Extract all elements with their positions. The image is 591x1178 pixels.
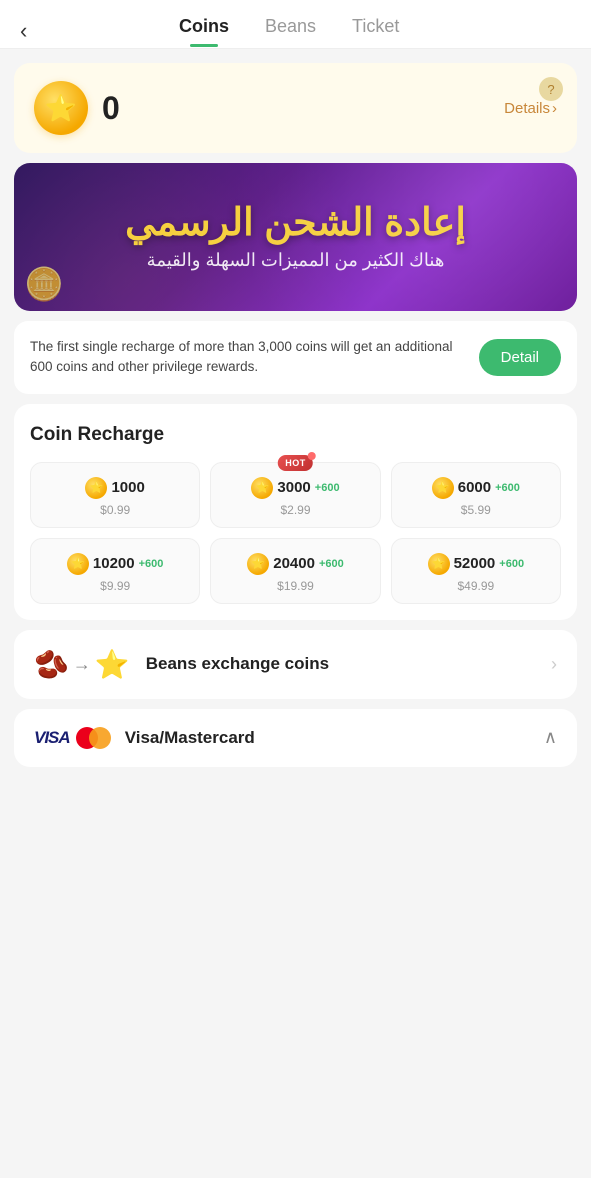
- coin-icon: ⭐: [247, 553, 269, 575]
- chevron-up-icon: ∧: [544, 727, 557, 748]
- promo-banner: إعادة الشحن الرسمي هناك الكثير من المميز…: [14, 163, 577, 311]
- coin-target-icon: ⭐: [95, 648, 130, 681]
- coin-row: ⭐ 1000: [85, 477, 144, 499]
- coin-package-6000[interactable]: ⭐ 6000 +600 $5.99: [391, 462, 561, 528]
- banner-subtitle: هناك الكثير من المميزات السهلة والقيمة: [147, 250, 445, 271]
- coin-price: $49.99: [457, 579, 494, 593]
- coin-amount: 1000: [111, 479, 144, 496]
- tab-coins[interactable]: Coins: [179, 16, 229, 47]
- coins-grid: ⭐ 1000 $0.99 HOT ⭐ 3000 +600 $2.99 ⭐ 600…: [30, 462, 561, 604]
- coin-amount: 52000: [454, 555, 496, 572]
- detail-button[interactable]: Detail: [479, 339, 561, 376]
- hot-badge: HOT: [278, 455, 313, 471]
- arrow-icon: →: [73, 654, 91, 675]
- beans-exchange-card[interactable]: 🫘 → ⭐ Beans exchange coins ›: [14, 630, 577, 699]
- exchange-label: Beans exchange coins: [146, 654, 535, 674]
- coin-price: $19.99: [277, 579, 314, 593]
- coin-row: ⭐ 3000 +600: [251, 477, 339, 499]
- coin-package-20400[interactable]: ⭐ 20400 +600 $19.99: [210, 538, 380, 604]
- coin-icon: ⭐: [67, 553, 89, 575]
- tabs-container: Coins Beans Ticket: [7, 16, 571, 47]
- balance-amount: 0: [102, 90, 120, 127]
- beans-icon: 🫘: [34, 648, 69, 681]
- coin-amount: 20400: [273, 555, 315, 572]
- coin-price: $0.99: [100, 503, 130, 517]
- coin-icon: ⭐: [251, 477, 273, 499]
- coin-bonus: +600: [139, 558, 164, 570]
- exchange-icons: 🫘 → ⭐: [34, 648, 130, 681]
- coin-bonus: +600: [499, 558, 524, 570]
- coin-bonus: +600: [319, 558, 344, 570]
- header: ‹ Coins Beans Ticket: [0, 0, 591, 48]
- details-label: Details: [504, 100, 550, 117]
- coin-price: $9.99: [100, 579, 130, 593]
- coin-price: $2.99: [280, 503, 310, 517]
- coin-row: ⭐ 20400 +600: [247, 553, 344, 575]
- coin-amount: 6000: [458, 479, 491, 496]
- coin-recharge-section: Coin Recharge ⭐ 1000 $0.99 HOT ⭐ 3000 +6…: [14, 404, 577, 620]
- coin-price: $5.99: [461, 503, 491, 517]
- payment-card[interactable]: VISA Visa/Mastercard ∧: [14, 709, 577, 767]
- mastercard-logo: [76, 727, 111, 749]
- tab-ticket[interactable]: Ticket: [352, 16, 399, 47]
- coin-icon: ⭐: [432, 477, 454, 499]
- coin-row: ⭐ 10200 +600: [67, 553, 164, 575]
- help-icon[interactable]: ?: [539, 77, 563, 101]
- promo-text: The first single recharge of more than 3…: [30, 337, 467, 378]
- balance-left: ⭐ 0: [34, 81, 120, 135]
- mc-circle-orange: [89, 727, 111, 749]
- section-title: Coin Recharge: [30, 424, 561, 446]
- coin-icon: ⭐: [85, 477, 107, 499]
- coin-package-3000[interactable]: HOT ⭐ 3000 +600 $2.99: [210, 462, 380, 528]
- visa-logo: VISA: [34, 728, 70, 748]
- payment-logos: VISA: [34, 727, 111, 749]
- banner-coin-decoration: 🪙: [24, 265, 64, 303]
- promo-strip: The first single recharge of more than 3…: [14, 321, 577, 394]
- coin-package-10200[interactable]: ⭐ 10200 +600 $9.99: [30, 538, 200, 604]
- coin-package-1000[interactable]: ⭐ 1000 $0.99: [30, 462, 200, 528]
- coin-amount: 10200: [93, 555, 135, 572]
- header-divider: [0, 48, 591, 49]
- chevron-right-icon: ›: [551, 654, 557, 675]
- coin-bonus: +600: [495, 482, 520, 494]
- balance-card: ? ⭐ 0 Details ›: [14, 63, 577, 153]
- payment-label: Visa/Mastercard: [125, 728, 530, 748]
- coin-icon-large: ⭐: [34, 81, 88, 135]
- tab-beans[interactable]: Beans: [265, 16, 316, 47]
- coin-bonus: +600: [315, 482, 340, 494]
- banner-pattern: [14, 163, 577, 311]
- coin-row: ⭐ 52000 +600: [428, 553, 525, 575]
- coin-row: ⭐ 6000 +600: [432, 477, 520, 499]
- coin-icon: ⭐: [428, 553, 450, 575]
- coin-amount: 3000: [277, 479, 310, 496]
- coin-package-52000[interactable]: ⭐ 52000 +600 $49.99: [391, 538, 561, 604]
- details-arrow: ›: [552, 100, 557, 117]
- details-button[interactable]: Details ›: [504, 100, 557, 117]
